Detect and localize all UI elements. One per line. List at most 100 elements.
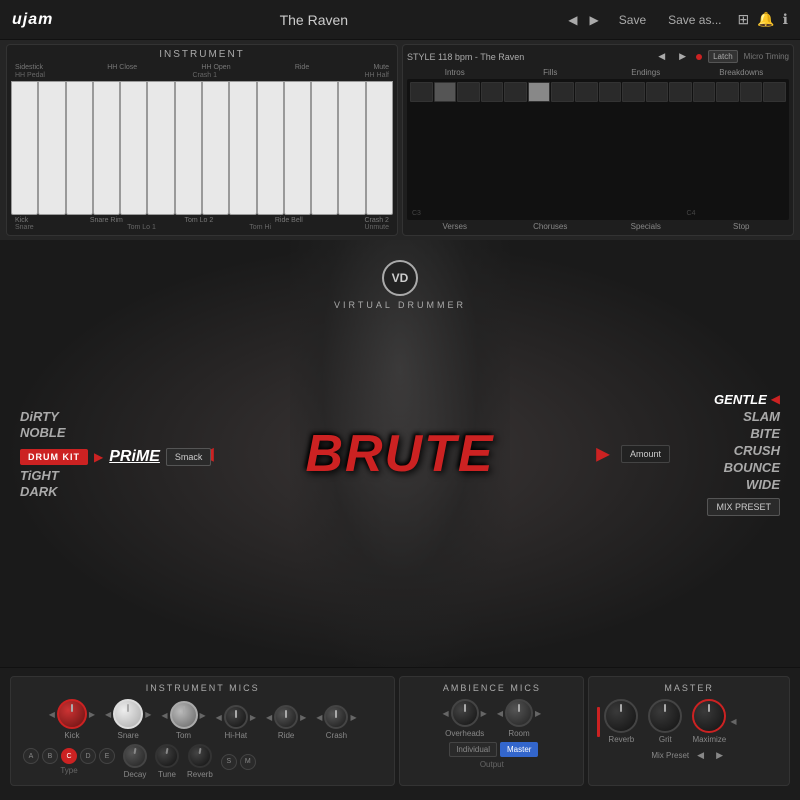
style-octave-c4: C4 (598, 210, 784, 217)
room-knob[interactable] (505, 699, 533, 727)
hihat-knob[interactable] (224, 705, 248, 729)
piano-key[interactable] (66, 81, 93, 215)
track-next-arrow[interactable]: ▶ (586, 11, 603, 29)
style-cell[interactable] (481, 82, 504, 102)
type-btn-d[interactable]: D (80, 748, 96, 764)
piano-key[interactable] (284, 81, 311, 215)
master-reverb-knob[interactable] (604, 699, 638, 733)
style-next[interactable]: ▶ (675, 49, 690, 64)
snare-prev-arrow[interactable]: ◀ (105, 710, 111, 719)
style-prev[interactable]: ◀ (654, 49, 669, 64)
style-cell[interactable] (622, 82, 645, 102)
preset-bounce[interactable]: BOUNCE (724, 460, 780, 475)
reverb-knob[interactable] (188, 744, 212, 768)
overheads-knob[interactable] (451, 699, 479, 727)
snare-knob[interactable] (113, 699, 143, 729)
preset-bite[interactable]: BITE (750, 426, 780, 441)
mix-preset-next[interactable]: ▶ (712, 748, 727, 763)
master-button[interactable]: Master (500, 742, 538, 757)
master-grit-knob[interactable] (648, 699, 682, 733)
crash-knob[interactable] (324, 705, 348, 729)
style-cell[interactable] (599, 82, 622, 102)
drum-kit-button[interactable]: DRUM KIT (20, 449, 88, 465)
piano-key[interactable] (202, 81, 229, 215)
type-btn-c[interactable]: C (61, 748, 77, 764)
kick-prev-arrow[interactable]: ◀ (49, 710, 55, 719)
piano-key[interactable] (175, 81, 202, 215)
individual-button[interactable]: Individual (449, 742, 497, 757)
style-cell[interactable] (434, 82, 457, 102)
piano-key[interactable] (338, 81, 365, 215)
save-button[interactable]: Save (613, 11, 652, 29)
master-level-bar[interactable] (597, 707, 600, 737)
mute-button[interactable]: M (240, 754, 256, 770)
kick-next-arrow[interactable]: ▶ (89, 710, 95, 719)
style-noble[interactable]: NOBLE (20, 425, 66, 440)
info-icon[interactable]: ℹ (783, 11, 788, 28)
decay-knob[interactable] (123, 744, 147, 768)
smack-button[interactable]: Smack (166, 448, 212, 466)
piano-key[interactable] (120, 81, 147, 215)
style-cell[interactable] (575, 82, 598, 102)
mix-preset-prev[interactable]: ◀ (693, 748, 708, 763)
overheads-next-arrow[interactable]: ▶ (481, 709, 487, 718)
kick-knob[interactable] (57, 699, 87, 729)
bell-icon[interactable]: 🔔 (757, 11, 774, 28)
hihat-next-arrow[interactable]: ▶ (250, 713, 256, 722)
piano-key[interactable] (311, 81, 338, 215)
tune-knob[interactable] (155, 744, 179, 768)
style-dark[interactable]: DARK (20, 484, 59, 499)
type-btn-a[interactable]: A (23, 748, 39, 764)
tom-next-arrow[interactable]: ▶ (200, 711, 206, 720)
piano-key[interactable] (366, 81, 393, 215)
style-cell[interactable] (669, 82, 692, 102)
piano-key[interactable] (11, 81, 38, 215)
piano-key[interactable] (257, 81, 284, 215)
preset-slam[interactable]: SLAM (743, 409, 780, 424)
tom-prev-arrow[interactable]: ◀ (161, 711, 167, 720)
tom-knob[interactable] (170, 701, 198, 729)
piano-key[interactable] (147, 81, 174, 215)
style-cell[interactable] (740, 82, 763, 102)
brute-next-arrow[interactable]: ▶ (596, 443, 610, 464)
style-dirty[interactable]: DiRTY (20, 409, 66, 424)
snare-next-arrow[interactable]: ▶ (145, 710, 151, 719)
master-maximize-knob[interactable] (692, 699, 726, 733)
style-cell[interactable] (646, 82, 669, 102)
ride-next-arrow[interactable]: ▶ (300, 713, 306, 722)
room-prev-arrow[interactable]: ◀ (497, 709, 503, 718)
master-arrow[interactable]: ◀ (730, 717, 736, 726)
amount-button[interactable]: Amount (621, 445, 670, 463)
style-cell[interactable] (763, 82, 786, 102)
piano-key[interactable] (93, 81, 120, 215)
ride-prev-arrow[interactable]: ◀ (266, 713, 272, 722)
track-prev-arrow[interactable]: ◀ (564, 11, 581, 29)
preset-gentle[interactable]: GENTLE (714, 392, 767, 407)
mix-preset-button[interactable]: MIX PRESET (707, 498, 780, 516)
style-cell[interactable] (528, 82, 551, 102)
type-btn-e[interactable]: E (99, 748, 115, 764)
type-btn-b[interactable]: B (42, 748, 58, 764)
style-cell[interactable] (504, 82, 527, 102)
latch-button[interactable]: Latch (708, 50, 738, 63)
hihat-prev-arrow[interactable]: ◀ (216, 713, 222, 722)
room-next-arrow[interactable]: ▶ (535, 709, 541, 718)
style-cell[interactable] (551, 82, 574, 102)
section-specials: Specials (598, 222, 694, 231)
piano-key[interactable] (38, 81, 65, 215)
overheads-prev-arrow[interactable]: ◀ (443, 709, 449, 718)
style-cell[interactable] (457, 82, 480, 102)
style-cell[interactable] (693, 82, 716, 102)
preset-crush[interactable]: CRUSH (734, 443, 780, 458)
style-cell[interactable] (410, 82, 433, 102)
ride-knob[interactable] (274, 705, 298, 729)
crash-prev-arrow[interactable]: ◀ (316, 713, 322, 722)
style-tight[interactable]: TiGHT (20, 468, 59, 483)
save-as-button[interactable]: Save as... (662, 11, 727, 29)
style-cell[interactable] (716, 82, 739, 102)
solo-button[interactable]: S (221, 754, 237, 770)
expand-icon[interactable]: ⊞ (738, 11, 750, 28)
preset-wide[interactable]: WIDE (746, 477, 780, 492)
crash-next-arrow[interactable]: ▶ (350, 713, 356, 722)
piano-key[interactable] (229, 81, 256, 215)
